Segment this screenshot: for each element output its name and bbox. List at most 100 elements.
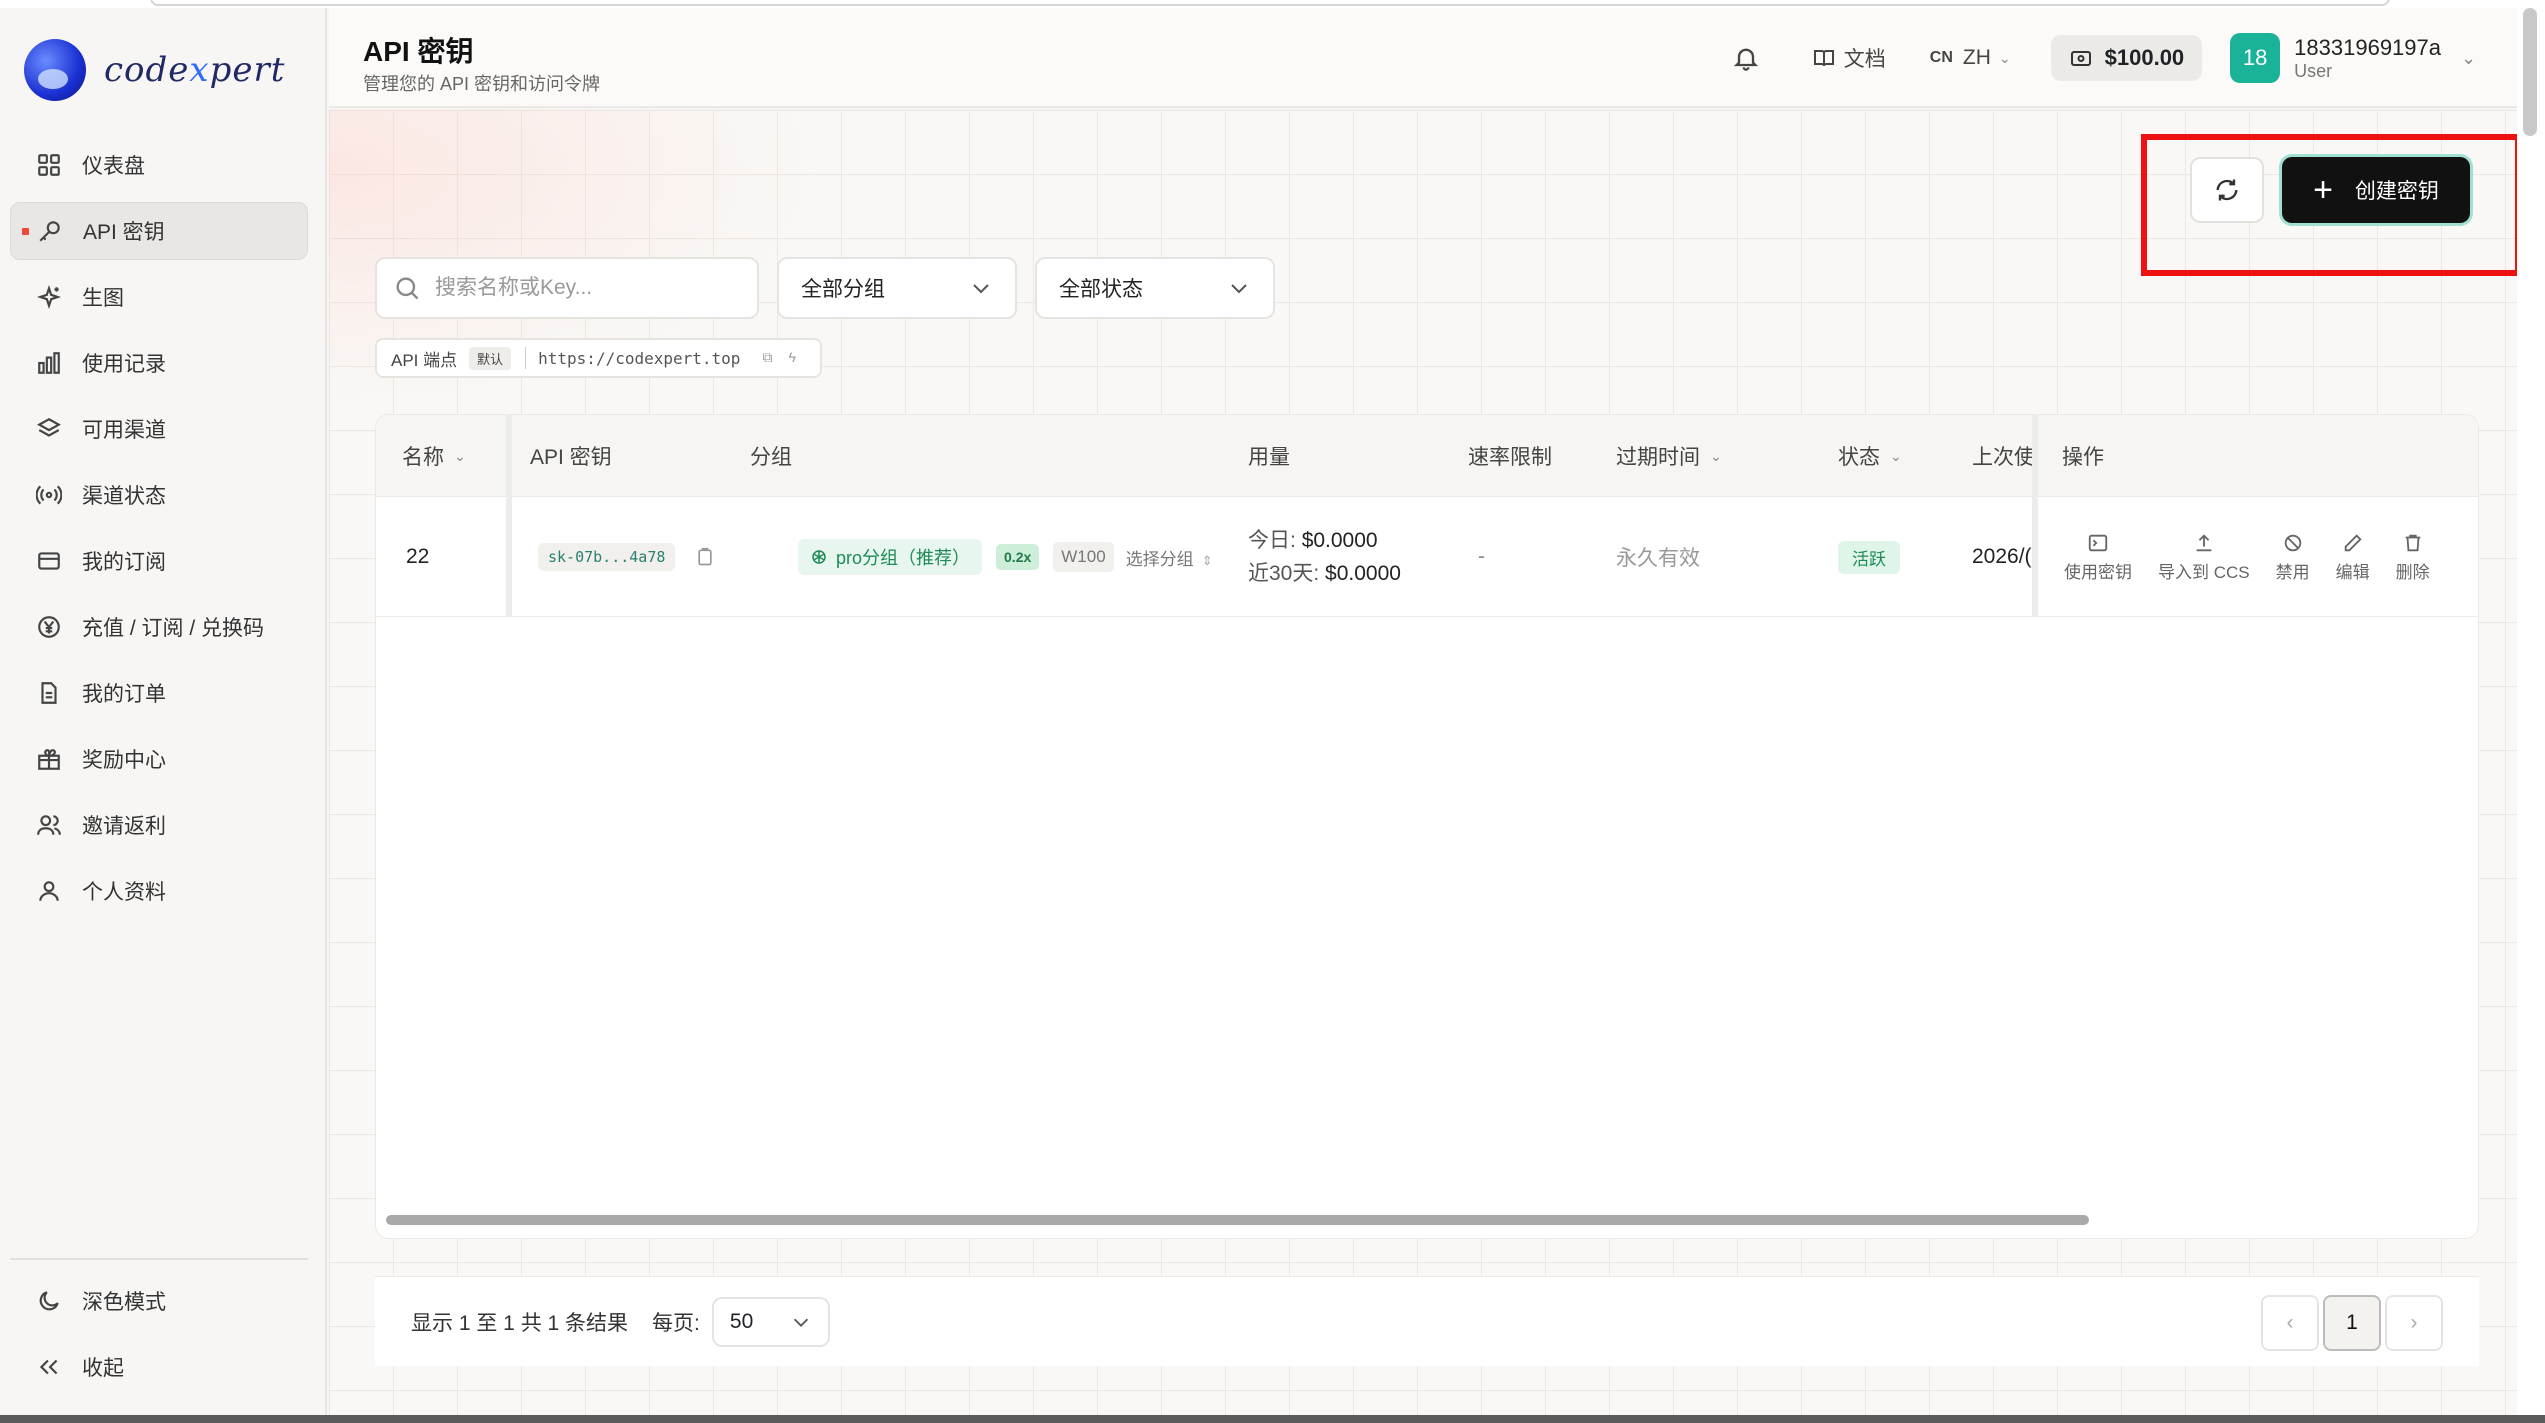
chevron-down-icon	[973, 284, 989, 294]
search-box[interactable]	[375, 257, 759, 319]
sidebar-item-rewards[interactable]: 奖励中心	[10, 730, 308, 788]
sidebar-item-label: 充值 / 订阅 / 兑换码	[82, 617, 265, 640]
layers-icon	[36, 416, 62, 442]
brand-name: codexpert	[104, 50, 286, 90]
api-key-value[interactable]: sk-07b...4a78	[538, 543, 676, 571]
dark-mode-toggle[interactable]: 深色模式	[10, 1272, 308, 1330]
balance-value: $100.00	[2104, 45, 2185, 70]
usage-today: 今日: $0.0000	[1248, 529, 1378, 552]
yen-icon	[36, 614, 62, 640]
username: 18331969197a	[2294, 34, 2441, 60]
per-page-select[interactable]: 50	[711, 1296, 830, 1347]
page-number-button[interactable]: 1	[2323, 1295, 2381, 1351]
updown-icon: ⇕	[1201, 552, 1213, 568]
language-selector[interactable]: CN ZH ⌄	[1930, 46, 2011, 70]
brand[interactable]: codexpert	[24, 30, 285, 110]
sidebar-item-referral[interactable]: 邀请返利	[10, 796, 308, 854]
search-icon	[396, 277, 419, 300]
sidebar-item-channels[interactable]: 可用渠道	[10, 400, 308, 458]
sidebar-item-subscriptions[interactable]: 我的订阅	[10, 532, 308, 590]
bolt-icon[interactable]: ϟ	[788, 349, 806, 367]
header-actions: 文档 CN ZH ⌄ $100.00 18 18331969197a User …	[1726, 8, 2517, 108]
chevrons-left-icon	[36, 1354, 62, 1380]
main-content: + 创建密钥 全部分组 全部状态 API 端点 默认 https://codex…	[329, 110, 2521, 1415]
collapse-label: 收起	[82, 1357, 124, 1380]
sort-icon: ⌄	[1710, 447, 1722, 464]
next-page-button[interactable]: ›	[2385, 1295, 2443, 1351]
sidebar: codexpert 仪表盘 API 密钥 生图 使用记录 可用渠道 渠道状态 我…	[0, 8, 327, 1415]
sidebar-item-label: API 密钥	[83, 221, 165, 244]
results-info: 显示 1 至 1 共 1 条结果	[411, 1311, 629, 1335]
bell-icon	[1733, 48, 1758, 71]
divider	[525, 347, 527, 369]
per-page-label: 每页:	[652, 1311, 700, 1335]
sidebar-item-label: 个人资料	[82, 881, 166, 904]
sidebar-bottom: 深色模式 收起	[10, 1258, 308, 1404]
notifications-button[interactable]	[1726, 38, 1766, 78]
search-input[interactable]	[435, 276, 755, 300]
chevron-down-icon	[793, 1318, 808, 1327]
chevron-down-icon	[1231, 284, 1247, 294]
user-info[interactable]: 18331969197a User	[2294, 35, 2441, 82]
keys-table: 名称 ⌄ API 密钥 分组 用量 速率限制 过期时间 ⌄ 状态 ⌄ 上次使 操作 2…	[375, 414, 2479, 1239]
chevron-down-icon: ⌄	[1998, 49, 2011, 66]
sidebar-item-label: 邀请返利	[82, 815, 166, 838]
users-icon	[36, 812, 62, 838]
avatar[interactable]: 18	[2230, 33, 2281, 83]
prev-page-button[interactable]: ‹	[2261, 1295, 2319, 1351]
sidebar-nav: 仪表盘 API 密钥 生图 使用记录 可用渠道 渠道状态 我的订阅 充值 / 订…	[10, 136, 308, 928]
sidebar-item-channel-status[interactable]: 渠道状态	[10, 466, 308, 524]
sidebar-item-orders[interactable]: 我的订单	[10, 664, 308, 722]
group-filter-select[interactable]: 全部分组	[777, 257, 1017, 319]
select-group-button[interactable]: 选择分组 ⇕	[1126, 545, 1213, 570]
dark-mode-label: 深色模式	[82, 1291, 166, 1314]
wallet-icon	[2070, 51, 2091, 66]
chevron-down-icon[interactable]: ⌄	[2461, 48, 2491, 69]
lang-label: ZH	[1962, 46, 1991, 69]
sidebar-item-api-keys[interactable]: API 密钥	[10, 202, 308, 260]
sidebar-item-image-gen[interactable]: 生图	[10, 268, 308, 326]
last-used: 2026/(	[1972, 545, 2032, 568]
bottom-edge	[0, 1415, 2545, 1423]
col-group-header: 分组	[750, 446, 792, 469]
col-key-header: API 密钥	[530, 446, 612, 469]
filter-bar: 全部分组 全部状态	[375, 257, 1293, 319]
gift-icon	[36, 746, 62, 772]
moon-icon	[36, 1288, 62, 1314]
sidebar-item-profile[interactable]: 个人资料	[10, 862, 308, 920]
scrollbar-thumb[interactable]	[2523, 8, 2537, 136]
status-badge: 活跃	[1838, 540, 1900, 574]
docs-link[interactable]: 文档	[1812, 43, 1886, 73]
user-icon	[36, 878, 62, 904]
collapse-sidebar-button[interactable]: 收起	[10, 1338, 308, 1396]
copy-icon[interactable]: ⧉	[762, 349, 780, 367]
balance-badge[interactable]: $100.00	[2050, 35, 2203, 81]
broadcast-icon	[36, 482, 62, 508]
clipboard-icon[interactable]	[695, 546, 715, 568]
group-cell: pro分组（推荐） 0.2x W100 选择分组 ⇕	[798, 497, 1213, 617]
page-scrollbar[interactable]	[2517, 8, 2545, 1415]
file-icon	[36, 680, 62, 706]
sidebar-item-usage[interactable]: 使用记录	[10, 334, 308, 392]
sidebar-item-recharge[interactable]: 充值 / 订阅 / 兑换码	[10, 598, 308, 656]
col-usage-header: 用量	[1248, 446, 1290, 469]
status-cell: 活跃	[1838, 497, 1900, 617]
api-endpoint-bar: API 端点 默认 https://codexpert.top ⧉ ϟ	[375, 338, 823, 378]
openai-icon	[812, 550, 826, 564]
col-expire-header[interactable]: 过期时间 ⌄	[1616, 415, 1722, 497]
bar-chart-icon	[36, 350, 62, 376]
status-filter-select[interactable]: 全部状态	[1035, 257, 1275, 319]
col-status-header[interactable]: 状态 ⌄	[1838, 415, 1902, 497]
key-icon	[37, 218, 63, 244]
sidebar-item-label: 奖励中心	[82, 749, 166, 772]
endpoint-url: https://codexpert.top	[538, 348, 741, 368]
sparkles-icon	[36, 284, 62, 310]
group-filter-value: 全部分组	[801, 278, 885, 301]
horizontal-scrollbar[interactable]	[386, 1215, 2089, 1225]
sidebar-item-label: 我的订阅	[82, 551, 166, 574]
sidebar-item-label: 可用渠道	[82, 419, 166, 442]
sidebar-item-dashboard[interactable]: 仪表盘	[10, 136, 308, 194]
usage-cell: 今日: $0.0000 近30天: $0.0000	[1248, 497, 1401, 617]
page-subtitle: 管理您的 API 密钥和访问令牌	[363, 74, 601, 94]
expire-time: 永久有效	[1616, 547, 1700, 570]
